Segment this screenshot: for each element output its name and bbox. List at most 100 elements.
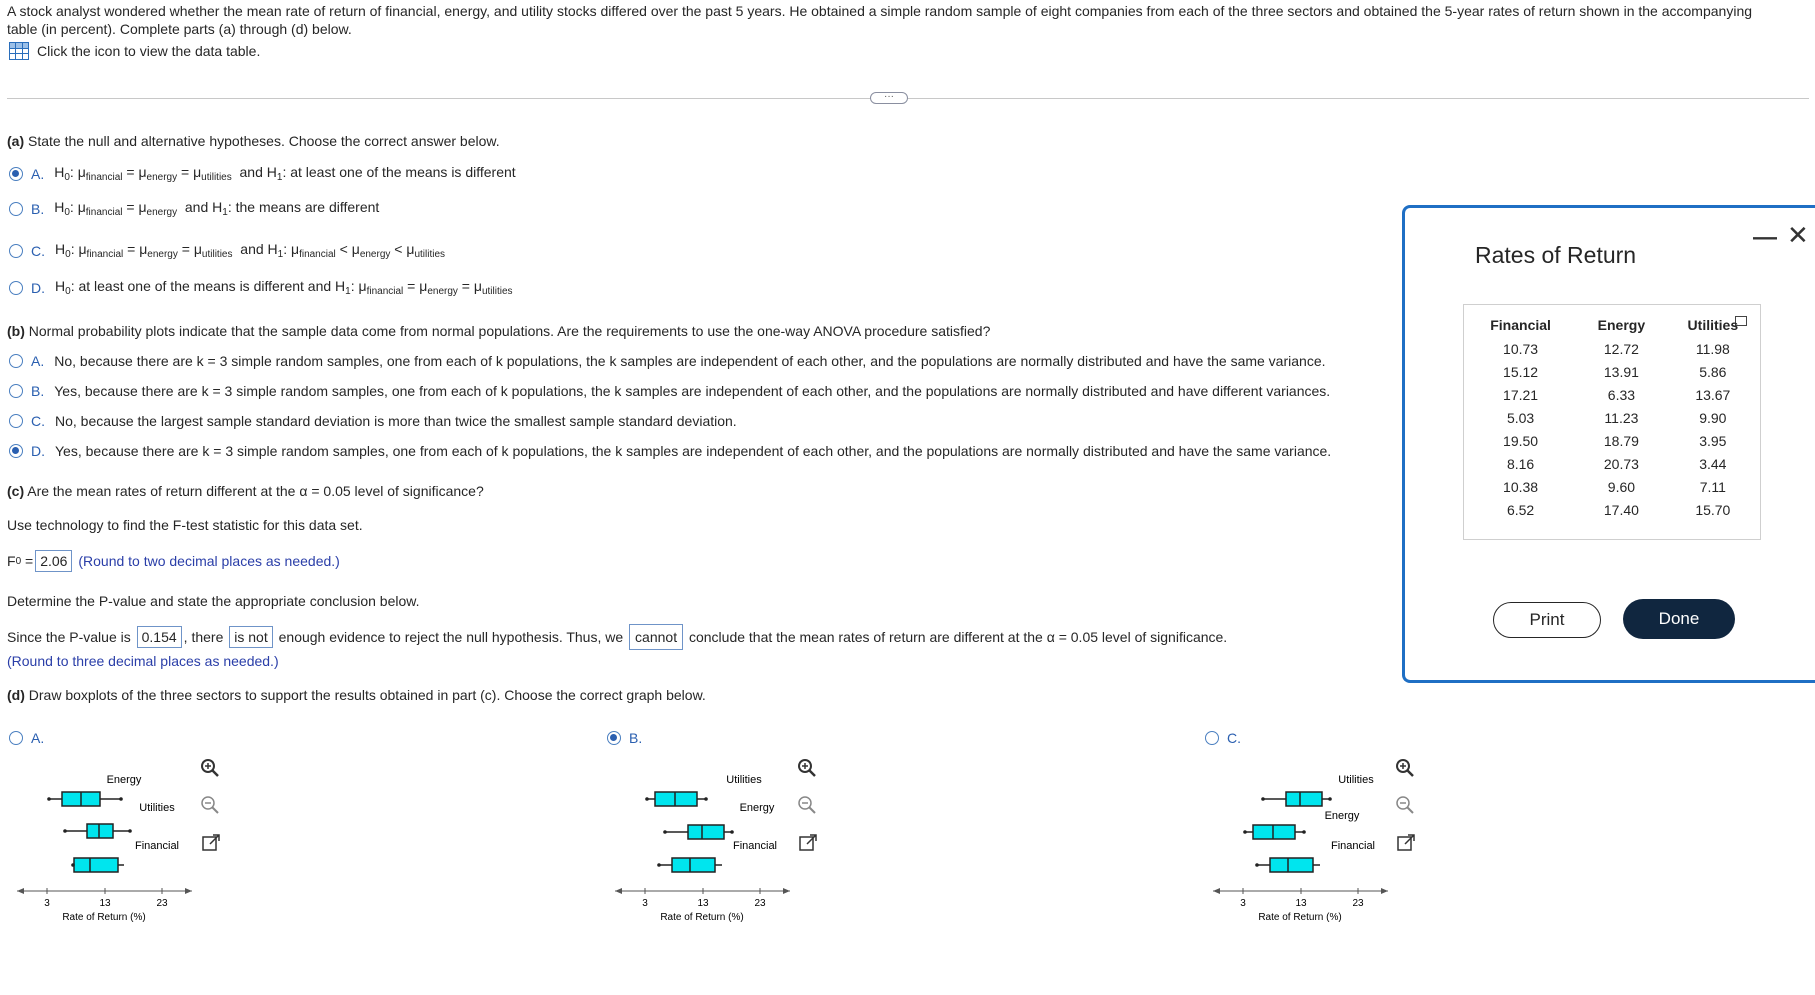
box-financial — [671, 857, 716, 873]
option-text: H0: μfinancial = μenergy = μutilities an… — [54, 164, 516, 183]
part-a-question: (a) State the null and alternative hypot… — [7, 133, 500, 149]
zoom-in-icon[interactable] — [198, 756, 222, 780]
option-text: H0: at least one of the means is differe… — [55, 278, 513, 297]
option-text: Yes, because there are k = 3 simple rand… — [54, 383, 1331, 399]
part-a-option-b[interactable]: B. H0: μfinancial = μenergy and H1: the … — [9, 199, 379, 218]
x-axis-label: Rate of Return (%) — [1258, 912, 1341, 923]
tick-23: 23 — [754, 898, 766, 909]
tick-13: 13 — [1295, 898, 1307, 909]
table-row: 10.73 12.72 11.98 — [1503, 340, 1730, 357]
cannot-dropdown[interactable]: cannot — [629, 624, 684, 650]
boxplot-graph-c: Utilities Energy Financial 3 13 23 Rate … — [1213, 774, 1388, 923]
zoom-out-icon[interactable] — [1393, 793, 1417, 817]
close-icon[interactable]: ✕ — [1787, 220, 1809, 251]
radio-button[interactable] — [9, 243, 23, 258]
rates-of-return-panel: Rates of Return — ✕ Financial Energy Uti… — [1402, 205, 1815, 683]
label-financial: Financial — [733, 840, 777, 852]
x-axis-label: Rate of Return (%) — [62, 912, 145, 923]
zoom-in-icon[interactable] — [795, 756, 819, 780]
box-utilities — [86, 823, 114, 839]
part-d-option-c[interactable]: C. — [1205, 730, 1251, 746]
box-utilities — [654, 791, 698, 807]
part-d-question: (d) Draw boxplots of the three sectors t… — [7, 687, 706, 703]
option-text: No, because the largest sample standard … — [55, 413, 737, 429]
column-header-utilities: Utilities — [1687, 317, 1739, 333]
part-c-tech-instruction: Use technology to find the F-test statis… — [7, 517, 363, 533]
popout-icon[interactable] — [1394, 831, 1418, 855]
divider — [7, 98, 1809, 99]
view-data-link[interactable]: Click the icon to view the data table. — [9, 42, 260, 60]
part-a-option-d[interactable]: D. H0: at least one of the means is diff… — [9, 278, 513, 297]
radio-button[interactable] — [9, 280, 23, 295]
part-b-option-b[interactable]: B. Yes, because there are k = 3 simple r… — [9, 383, 1330, 399]
zoom-out-icon[interactable] — [198, 793, 222, 817]
done-button[interactable]: Done — [1623, 599, 1735, 639]
popout-icon[interactable] — [199, 831, 223, 855]
print-button[interactable]: Print — [1493, 602, 1601, 638]
label-financial: Financial — [1331, 840, 1375, 852]
tick-3: 3 — [44, 898, 50, 909]
label-utilities: Utilities — [726, 774, 762, 786]
tick-23: 23 — [1352, 898, 1364, 909]
part-c-question: (c) Are the mean rates of return differe… — [7, 483, 484, 499]
part-c-determine: Determine the P-value and state the appr… — [7, 593, 420, 609]
tick-3: 3 — [642, 898, 648, 909]
f-statistic-input[interactable]: 2.06 — [35, 550, 73, 572]
part-d-option-a[interactable]: A. — [9, 730, 54, 746]
is-not-dropdown[interactable]: is not — [229, 626, 273, 648]
p-value-input[interactable]: 0.154 — [136, 626, 182, 648]
label-utilities: Utilities — [139, 802, 175, 814]
label-energy: Energy — [740, 802, 775, 814]
data-table: Financial Energy Utilities 10.73 12.72 11.… — [1463, 304, 1761, 540]
minimize-icon[interactable]: — — [1753, 224, 1777, 252]
part-b-option-c[interactable]: C. No, because the largest sample standa… — [9, 413, 737, 429]
radio-button[interactable] — [9, 414, 23, 428]
boxplot-graph-a: Energy Utilities Financial 3 13 23 Rate … — [17, 774, 192, 923]
data-table-icon[interactable] — [9, 42, 29, 60]
part-b-option-d[interactable]: D. Yes, because there are k = 3 simple r… — [9, 443, 1331, 459]
popout-icon[interactable] — [796, 831, 820, 855]
label-energy: Energy — [107, 774, 142, 786]
box-financial — [73, 857, 119, 873]
box-utilities — [1285, 791, 1323, 807]
tick-23: 23 — [156, 898, 168, 909]
part-b-option-a[interactable]: A. No, because there are k = 3 simple ra… — [9, 353, 1326, 369]
radio-button[interactable] — [9, 354, 23, 368]
radio-button[interactable] — [9, 201, 23, 216]
radio-button[interactable] — [9, 166, 23, 181]
part-d-option-b[interactable]: B. — [607, 730, 652, 746]
tick-13: 13 — [99, 898, 111, 909]
option-text: Yes, because there are k = 3 simple rand… — [55, 443, 1332, 459]
part-a-option-c[interactable]: C. H0: μfinancial = μenergy = μutilities… — [9, 241, 445, 260]
p-hint: (Round to three decimal places as needed… — [7, 653, 279, 669]
table-row: 5.03 11.23 9.90 — [1506, 409, 1727, 426]
radio-button[interactable] — [9, 384, 23, 398]
column-header-energy: Energy — [1597, 317, 1646, 333]
part-a-option-a[interactable]: A. H0: μfinancial = μenergy = μutilities… — [9, 164, 516, 183]
table-row: 8.16 20.73 3.44 — [1506, 455, 1727, 472]
problem-statement: A stock analyst wondered whether the mea… — [7, 3, 1753, 37]
zoom-out-icon[interactable] — [795, 793, 819, 817]
label-utilities: Utilities — [1338, 774, 1374, 786]
table-row: 15.12 13.91 5.86 — [1503, 363, 1727, 380]
column-header-financial: Financial — [1490, 317, 1551, 333]
option-text: No, because there are k = 3 simple rando… — [54, 353, 1326, 369]
table-row: 19.50 18.79 3.95 — [1503, 432, 1727, 449]
label-financial: Financial — [135, 840, 179, 852]
tick-13: 13 — [697, 898, 709, 909]
radio-button[interactable] — [607, 731, 621, 745]
radio-button[interactable] — [9, 444, 23, 458]
radio-button[interactable] — [9, 731, 23, 745]
x-axis-label: Rate of Return (%) — [660, 912, 743, 923]
zoom-in-icon[interactable] — [1393, 756, 1417, 780]
f-hint: (Round to two decimal places as needed.) — [78, 553, 340, 569]
f-statistic-row: F0 = 2.06 (Round to two decimal places a… — [7, 550, 340, 572]
conclusion-row: Since the P-value is 0.154 , there is no… — [7, 624, 1227, 650]
box-energy — [687, 824, 725, 840]
more-icon[interactable]: ··· — [870, 92, 908, 104]
panel-title: Rates of Return — [1475, 242, 1637, 268]
table-row: 6.52 17.40 15.70 — [1506, 501, 1731, 518]
table-row: 17.21 6.33 13.67 — [1503, 386, 1731, 403]
radio-button[interactable] — [1205, 731, 1219, 745]
box-energy — [1252, 824, 1296, 840]
